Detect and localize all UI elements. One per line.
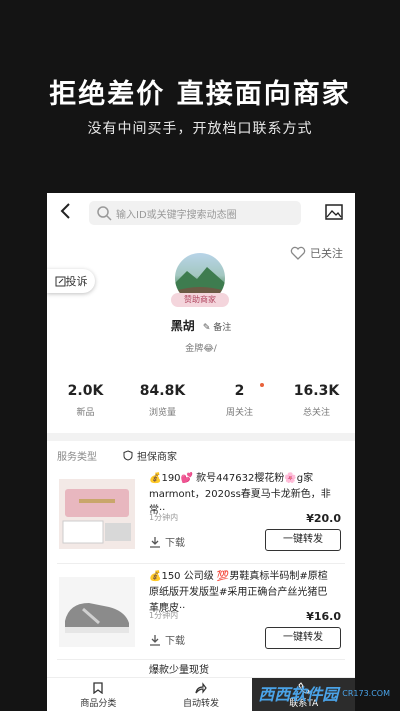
guarantee-label: 担保商家 bbox=[137, 452, 177, 463]
top-bar: 输入ID或关键字搜索动态圈 bbox=[47, 193, 355, 233]
post-time: 1分钟内 bbox=[149, 611, 179, 620]
promo-title: 拒绝差价 直接面向商家 bbox=[49, 79, 351, 110]
nav-auto-forward[interactable]: 自动转发 bbox=[150, 678, 253, 711]
back-arrow-icon[interactable] bbox=[59, 201, 73, 226]
forward-button[interactable]: 一键转发 bbox=[265, 529, 341, 551]
stat-label: 浏览量 bbox=[148, 408, 176, 418]
follow-label: 已关注 bbox=[310, 247, 343, 260]
stats-bar: 2.0K 新品 84.8K 浏览量 2 周关注 16.3K 总关注 bbox=[47, 383, 355, 418]
download-button[interactable]: 下载 bbox=[149, 534, 185, 549]
card-separator bbox=[57, 659, 345, 660]
complain-label: 投诉 bbox=[65, 275, 88, 288]
product-card[interactable]: 💰190💕 款号447632樱花粉🌸g家marmont，2020ss春夏马卡龙新… bbox=[57, 471, 345, 557]
post-time: 1分钟内 bbox=[149, 513, 179, 522]
search-placeholder: 输入ID或关键字搜索动态圈 bbox=[116, 209, 237, 221]
heart-icon bbox=[290, 246, 306, 260]
download-icon bbox=[150, 634, 160, 646]
stat-label: 周关注 bbox=[225, 408, 253, 418]
note-label: 备注 bbox=[213, 323, 232, 333]
stat-value: 16.3K bbox=[293, 383, 340, 399]
shield-icon bbox=[123, 450, 133, 461]
bookmark-icon bbox=[93, 682, 103, 694]
stat-new-items[interactable]: 2.0K 新品 bbox=[47, 383, 124, 418]
watermark-sub: CR173.COM bbox=[342, 688, 390, 698]
stat-label: 总关注 bbox=[302, 408, 330, 418]
stat-value: 2.0K bbox=[67, 383, 104, 399]
site-watermark: 西西软件园 CR173.COM bbox=[258, 681, 390, 705]
stat-views[interactable]: 84.8K 浏览量 bbox=[124, 383, 201, 418]
forward-button[interactable]: 一键转发 bbox=[265, 627, 341, 649]
merchant-name-row: 黑胡 ✎ 备注 bbox=[47, 317, 355, 334]
stat-total-follows[interactable]: 16.3K 总关注 bbox=[278, 383, 355, 418]
download-label: 下载 bbox=[165, 636, 185, 647]
download-label: 下载 bbox=[165, 538, 185, 549]
merchant-name: 黑胡 bbox=[170, 319, 195, 333]
app-screen: 输入ID或关键字搜索动态圈 已关注 投诉 赞助商家 黑胡 ✎ 备注 金牌😂/ 2… bbox=[47, 193, 355, 711]
product-thumbnail[interactable] bbox=[59, 479, 135, 549]
stat-label: 新品 bbox=[76, 408, 95, 418]
watermark-text: 西西软件园 bbox=[258, 685, 339, 704]
search-icon bbox=[97, 206, 112, 221]
promo-subtitle: 没有中间买手，开放档口联系方式 bbox=[87, 121, 313, 137]
merchant-level: 金牌😂/ bbox=[185, 344, 217, 354]
product-card[interactable]: 爆款少量现货 bbox=[57, 663, 345, 677]
edit-icon bbox=[55, 276, 65, 286]
stat-weekly-follows[interactable]: 2 周关注 bbox=[201, 383, 278, 418]
nav-label: 商品分类 bbox=[80, 699, 117, 709]
card-separator bbox=[57, 563, 345, 564]
nav-category[interactable]: 商品分类 bbox=[47, 678, 150, 711]
notification-dot bbox=[260, 383, 264, 387]
sponsor-badge: 赞助商家 bbox=[171, 293, 229, 307]
avatar-group[interactable]: 赞助商家 bbox=[171, 253, 229, 307]
stat-value: 84.8K bbox=[139, 383, 186, 399]
product-card[interactable]: 💰150 公司级 💯男鞋真标半码制#原楦原纸版开发版型#采用正确台产丝光猪巴革麂… bbox=[57, 569, 345, 655]
search-input[interactable]: 输入ID或关键字搜索动态圈 bbox=[89, 201, 301, 225]
download-button[interactable]: 下载 bbox=[149, 632, 185, 647]
image-search-icon[interactable] bbox=[325, 204, 343, 220]
complain-button[interactable]: 投诉 bbox=[47, 269, 95, 293]
nav-label: 自动转发 bbox=[183, 699, 220, 709]
stat-value: 2 bbox=[234, 383, 245, 399]
product-price: ¥20.0 bbox=[306, 512, 341, 525]
service-type-label: 服务类型 bbox=[57, 452, 97, 463]
note-button[interactable]: ✎ 备注 bbox=[203, 323, 231, 333]
share-icon bbox=[195, 682, 207, 694]
download-icon bbox=[150, 536, 160, 548]
section-divider bbox=[47, 433, 355, 441]
product-price: ¥16.0 bbox=[306, 610, 341, 623]
guarantee-tag[interactable]: 担保商家 bbox=[123, 448, 177, 463]
service-type-row: 服务类型 担保商家 bbox=[57, 448, 177, 463]
product-thumbnail[interactable] bbox=[59, 577, 135, 647]
follow-button[interactable]: 已关注 bbox=[290, 245, 343, 261]
